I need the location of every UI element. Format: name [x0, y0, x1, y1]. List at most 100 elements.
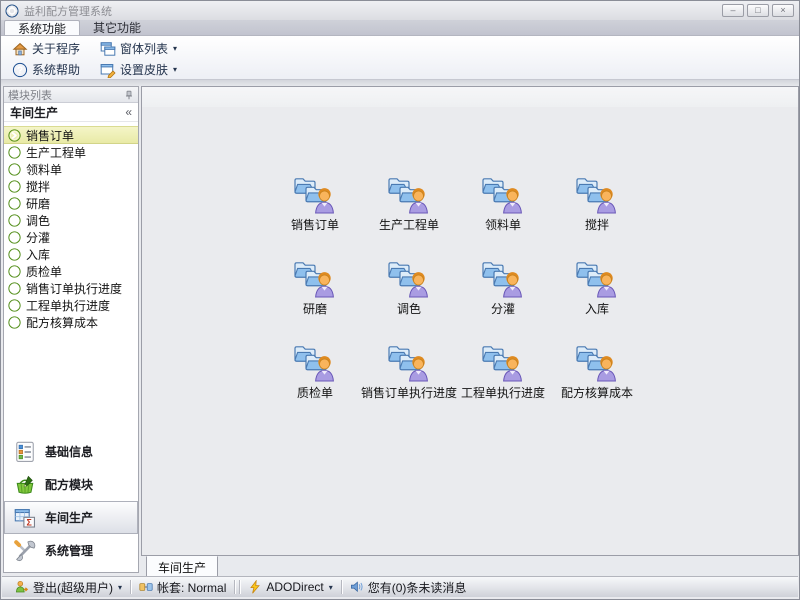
folder-user-icon — [387, 341, 431, 383]
status-separator — [130, 580, 131, 594]
main-panel: 销售订单 生产工程单 领料单 搅拌 研磨 调色 分灌 入库 质检单 销售订单 — [141, 86, 799, 556]
shortcut-grinding[interactable]: 研磨 — [268, 257, 362, 341]
unread-messages-button[interactable]: 您有(0)条未读消息 — [344, 579, 473, 596]
go-icon — [8, 299, 21, 312]
title-bar: 益利配方管理系统 – □ × — [1, 1, 799, 20]
shortcut-mixing[interactable]: 搅拌 — [550, 173, 644, 257]
maximize-button[interactable]: □ — [747, 4, 769, 17]
close-button[interactable]: × — [772, 4, 794, 17]
sidebar-item-label: 工程单执行进度 — [26, 297, 110, 314]
tab-system-functions[interactable]: 系统功能 — [4, 20, 80, 35]
sidebar-item-sales-order-progress[interactable]: 销售订单执行进度 — [4, 280, 138, 297]
sidebar-header: 模块列表 — [4, 87, 138, 103]
about-program-button[interactable]: 关于程序 — [8, 39, 84, 58]
shortcut-work-order-progress[interactable]: 工程单执行进度 — [456, 341, 550, 425]
minimize-button[interactable]: – — [722, 4, 744, 17]
module-list: 销售订单 生产工程单 领料单 搅拌 研磨 调色 分灌 入库 质检单 销售订单 — [4, 126, 138, 331]
folder-user-icon — [293, 341, 337, 383]
sidebar-item-label: 销售订单 — [26, 127, 74, 144]
sidebar-item-formula-costing[interactable]: 配方核算成本 — [4, 314, 138, 331]
sidebar-item-filling[interactable]: 分灌 — [4, 229, 138, 246]
nav-label: 配方模块 — [45, 476, 93, 493]
go-icon — [8, 146, 21, 159]
account-set-label: 帐套: Normal — [157, 579, 226, 596]
window-list-label: 窗体列表 — [120, 40, 168, 57]
go-icon — [8, 265, 21, 278]
shortcut-label: 入库 — [585, 300, 609, 317]
nav-workshop-production[interactable]: 车间生产 — [4, 501, 138, 534]
collapse-chevron-icon[interactable]: « — [125, 105, 132, 119]
shortcut-label: 搅拌 — [585, 216, 609, 233]
ado-direct-button[interactable]: ADODirect ▾ — [242, 580, 338, 594]
shortcut-grid: 销售订单 生产工程单 领料单 搅拌 研磨 调色 分灌 入库 质检单 销售订单 — [142, 87, 644, 425]
sidebar-item-label: 生产工程单 — [26, 144, 86, 161]
logout-button[interactable]: 登出(超级用户) ▾ — [9, 579, 128, 596]
system-help-button[interactable]: 系统帮助 — [8, 60, 84, 79]
sidebar-item-quality-inspection[interactable]: 质检单 — [4, 263, 138, 280]
sidebar-item-label: 研磨 — [26, 195, 50, 212]
window-list-icon — [100, 41, 116, 57]
nav-label: 车间生产 — [45, 509, 93, 526]
dropdown-caret-icon: ▾ — [173, 44, 177, 53]
shortcut-filling[interactable]: 分灌 — [456, 257, 550, 341]
skin-icon — [100, 62, 116, 78]
sidebar-item-mixing[interactable]: 搅拌 — [4, 178, 138, 195]
account-set-icon — [139, 580, 153, 594]
pin-icon[interactable] — [124, 90, 134, 100]
nav-formula-module[interactable]: 配方模块 — [4, 468, 138, 501]
sidebar-item-label: 搅拌 — [26, 178, 50, 195]
status-separator — [239, 580, 240, 594]
shortcut-tinting[interactable]: 调色 — [362, 257, 456, 341]
folder-user-icon — [387, 257, 431, 299]
sidebar-item-label: 销售订单执行进度 — [26, 280, 122, 297]
folder-user-icon — [293, 257, 337, 299]
nav-system-management[interactable]: 系统管理 — [4, 534, 138, 567]
go-icon — [8, 316, 21, 329]
window-list-button[interactable]: 窗体列表 ▾ — [96, 39, 181, 58]
shortcut-label: 工程单执行进度 — [461, 384, 545, 401]
go-icon — [8, 197, 21, 210]
shortcut-label: 配方核算成本 — [561, 384, 633, 401]
unread-messages-label: 您有(0)条未读消息 — [368, 579, 467, 596]
shortcut-production-work-order[interactable]: 生产工程单 — [362, 173, 456, 257]
shortcut-material-requisition[interactable]: 领料单 — [456, 173, 550, 257]
shortcut-label: 销售订单执行进度 — [361, 384, 457, 401]
shortcut-quality-inspection[interactable]: 质检单 — [268, 341, 362, 425]
sidebar-item-production-work-order[interactable]: 生产工程单 — [4, 144, 138, 161]
folder-user-icon — [387, 173, 431, 215]
shortcut-label: 生产工程单 — [379, 216, 439, 233]
about-program-label: 关于程序 — [32, 40, 80, 57]
tab-other-functions[interactable]: 其它功能 — [80, 20, 154, 35]
sidebar-item-work-order-progress[interactable]: 工程单执行进度 — [4, 297, 138, 314]
go-icon — [8, 231, 21, 244]
sidebar-item-label: 调色 — [26, 212, 50, 229]
folder-user-icon — [481, 257, 525, 299]
status-separator — [341, 580, 342, 594]
shortcut-warehousing[interactable]: 入库 — [550, 257, 644, 341]
sidebar-item-tinting[interactable]: 调色 — [4, 212, 138, 229]
window-title: 益利配方管理系统 — [24, 3, 112, 19]
lightning-icon — [248, 580, 262, 594]
table-sigma-icon — [14, 507, 36, 529]
go-icon — [8, 214, 21, 227]
set-skin-button[interactable]: 设置皮肤 ▾ — [96, 60, 181, 79]
app-logo-icon — [5, 4, 19, 18]
logout-label: 登出(超级用户) — [33, 579, 113, 596]
window-controls: – □ × — [722, 4, 794, 17]
sidebar-item-label: 配方核算成本 — [26, 314, 98, 331]
folder-user-icon — [293, 173, 337, 215]
sidebar-item-label: 质检单 — [26, 263, 62, 280]
sidebar-item-material-requisition[interactable]: 领料单 — [4, 161, 138, 178]
dropdown-caret-icon: ▾ — [118, 583, 122, 592]
sidebar-item-warehousing[interactable]: 入库 — [4, 246, 138, 263]
sidebar-section-header: 车间生产 « — [4, 103, 138, 122]
sidebar-item-sales-order[interactable]: 销售订单 — [4, 126, 138, 144]
tools-icon — [14, 540, 36, 562]
go-icon — [8, 180, 21, 193]
shortcut-sales-order[interactable]: 销售订单 — [268, 173, 362, 257]
shortcut-label: 分灌 — [491, 300, 515, 317]
sidebar-item-grinding[interactable]: 研磨 — [4, 195, 138, 212]
shortcut-sales-order-progress[interactable]: 销售订单执行进度 — [362, 341, 456, 425]
shortcut-formula-costing[interactable]: 配方核算成本 — [550, 341, 644, 425]
nav-basic-info[interactable]: 基础信息 — [4, 435, 138, 468]
